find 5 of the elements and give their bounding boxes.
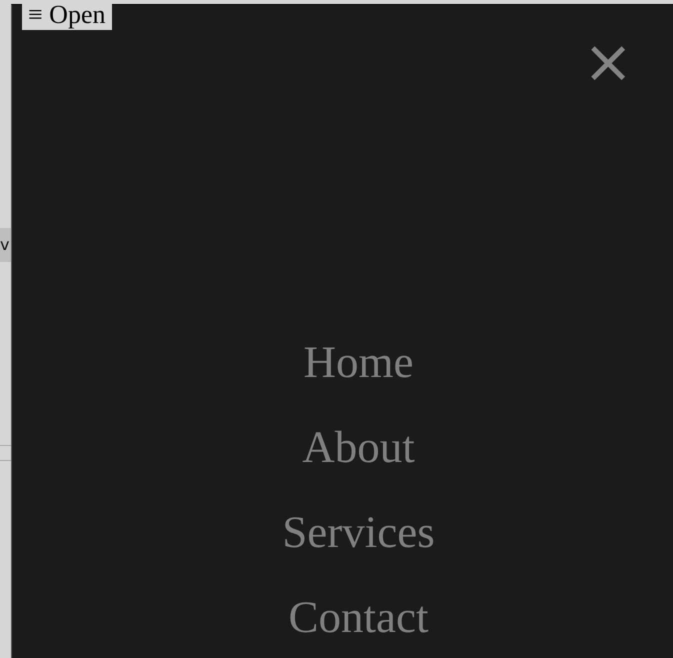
close-button[interactable]: × — [583, 39, 629, 85]
menu-link[interactable]: About — [302, 416, 415, 479]
menu-link[interactable]: Services — [282, 501, 435, 564]
menu-link[interactable]: Home — [304, 331, 414, 394]
menu-link[interactable]: Contact — [288, 586, 428, 649]
